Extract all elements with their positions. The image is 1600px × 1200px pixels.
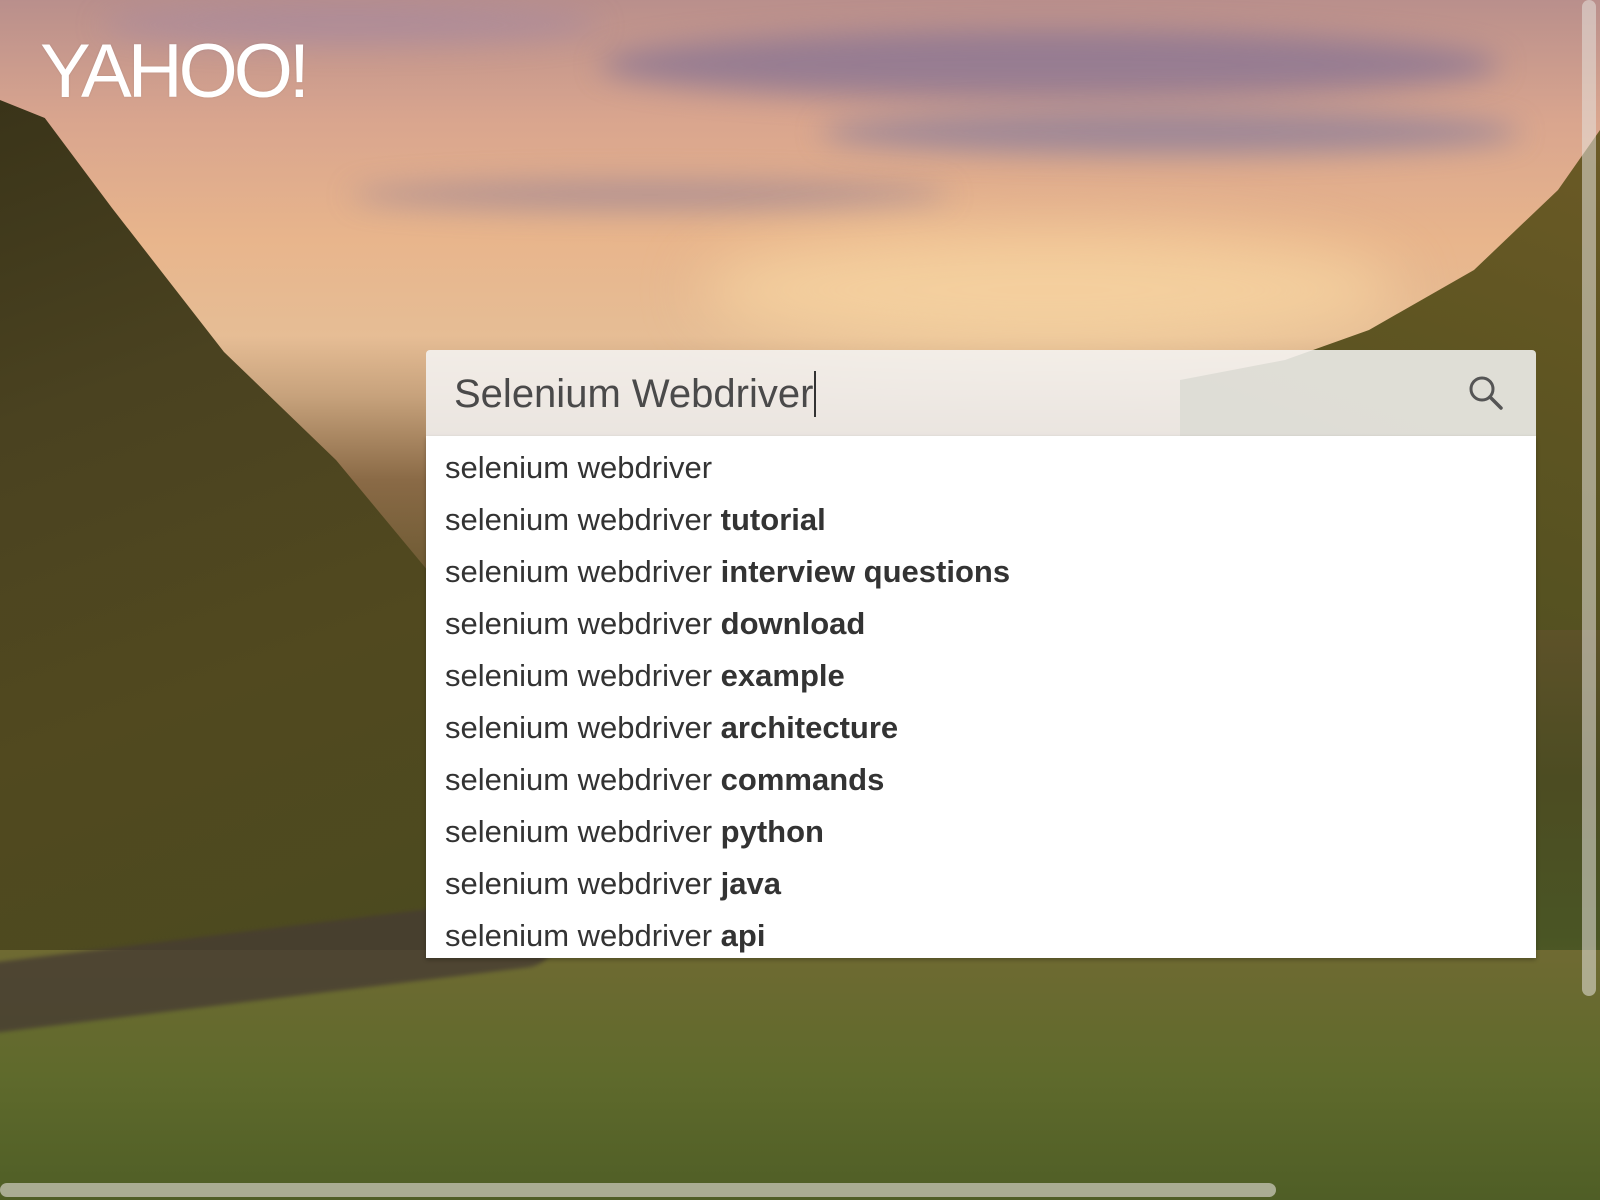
suggestion-item[interactable]: selenium webdriver interview questions <box>426 546 1536 598</box>
yahoo-logo[interactable]: YAHOO! <box>40 34 310 110</box>
page: YAHOO! Selenium Webdriver selenium webdr… <box>0 0 1600 1200</box>
sun-glow <box>700 230 1400 350</box>
search-icon <box>1469 376 1503 410</box>
cloud <box>820 110 1520 155</box>
vertical-scrollbar[interactable] <box>1582 0 1596 996</box>
suggestion-item[interactable]: selenium webdriver tutorial <box>426 494 1536 546</box>
search-button[interactable] <box>1466 373 1506 413</box>
suggestion-item[interactable]: selenium webdriver architecture <box>426 702 1536 754</box>
search-input[interactable]: Selenium Webdriver <box>454 371 1434 417</box>
cloud <box>600 30 1500 100</box>
search-box: Selenium Webdriver <box>426 350 1536 436</box>
horizontal-scrollbar[interactable] <box>0 1183 1276 1197</box>
search-input-value: Selenium Webdriver <box>454 372 814 416</box>
suggestion-item[interactable]: selenium webdriver example <box>426 650 1536 702</box>
suggestion-item[interactable]: selenium webdriver java <box>426 858 1536 910</box>
suggestion-item[interactable]: selenium webdriver download <box>426 598 1536 650</box>
suggestion-list: selenium webdriver selenium webdriver tu… <box>426 436 1536 958</box>
suggestion-item[interactable]: selenium webdriver commands <box>426 754 1536 806</box>
suggestion-item[interactable]: selenium webdriver <box>426 442 1536 494</box>
suggestion-item[interactable]: selenium webdriver python <box>426 806 1536 858</box>
suggestion-item[interactable]: selenium webdriver api <box>426 910 1536 958</box>
cloud <box>350 180 950 210</box>
text-caret <box>814 371 817 417</box>
